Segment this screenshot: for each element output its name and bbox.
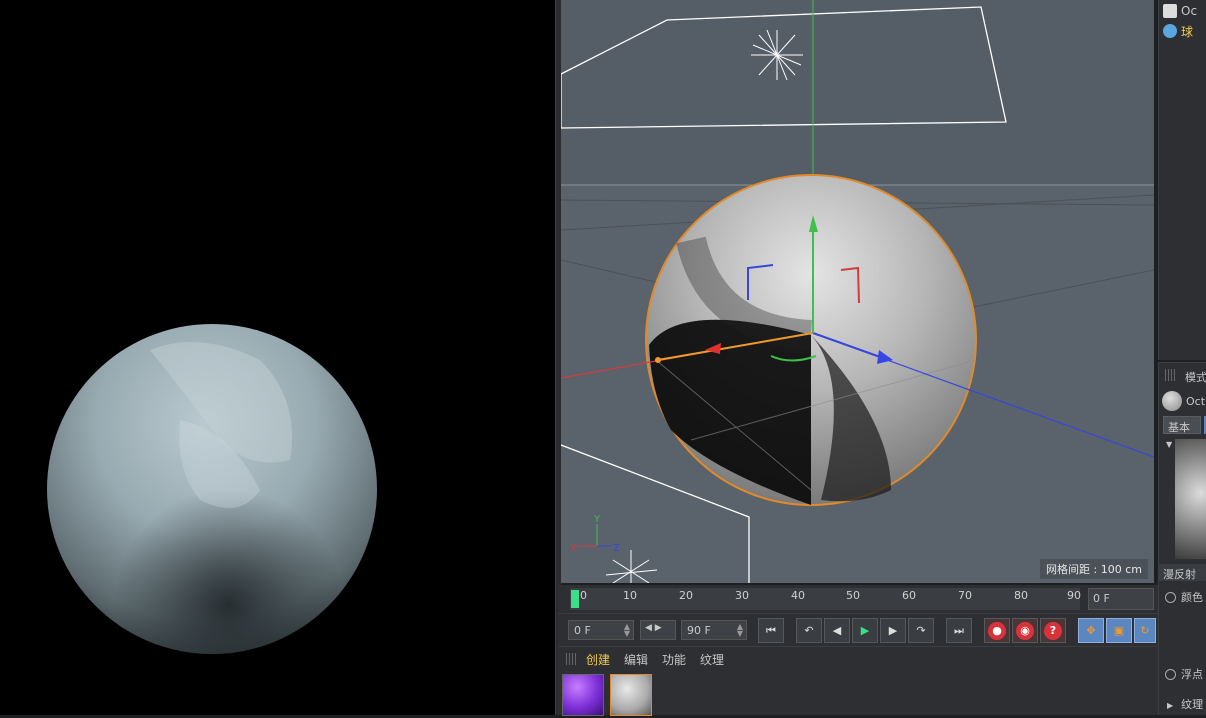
start-frame-value: 0 F [574, 624, 591, 637]
timeline-tick: 0 [580, 589, 587, 602]
previous-key-button[interactable]: ↶ [796, 618, 822, 643]
timeline-tick: 20 [679, 589, 693, 602]
material-manager: 创建 编辑 功能 纹理 [558, 646, 1158, 716]
prev-key-icon: ↶ [804, 624, 814, 637]
record-button[interactable]: ● [984, 618, 1010, 643]
material-name: Oct [1186, 395, 1206, 408]
timeline-tick: 60 [902, 589, 916, 602]
color-option[interactable]: 颜色 [1165, 589, 1203, 605]
end-frame-field[interactable]: 90 F ▲ ▼ [681, 620, 747, 640]
play-icon: ▶ [860, 624, 870, 637]
skip-back-icon: ⏮ [766, 623, 776, 637]
camera-icon [1163, 4, 1177, 18]
object-item-sphere[interactable]: 球 [1163, 21, 1206, 41]
float-label: 浮点 [1181, 668, 1203, 681]
object-label: Oc [1181, 4, 1198, 18]
range-slider-button[interactable]: ◀ ▶ [640, 620, 676, 640]
rendered-sphere-image [47, 324, 377, 654]
section-diffuse-label: 漫反射 [1163, 568, 1196, 581]
help-icon: ? [1044, 621, 1062, 640]
spinner-icon[interactable]: ▲ ▼ [624, 623, 630, 638]
keyframe-selection-button[interactable]: ? [1040, 618, 1066, 643]
timeline-tick: 90 [1067, 589, 1081, 602]
float-option[interactable]: 浮点 [1165, 666, 1203, 682]
rotate-key-button[interactable]: ↻ [1134, 618, 1156, 643]
object-item-octane-camera[interactable]: Oc [1163, 1, 1206, 21]
menu-create[interactable]: 创建 [586, 651, 610, 668]
timeline-tick: 50 [846, 589, 860, 602]
next-frame-button[interactable]: ▶ [880, 618, 906, 643]
step-back-icon: ◀ [832, 624, 842, 637]
timeline-tick: 80 [1014, 589, 1028, 602]
grip-handle-icon[interactable] [1165, 369, 1177, 381]
radio-icon [1165, 669, 1176, 680]
material-thumbnail-icon [1162, 391, 1182, 411]
autokey-button[interactable]: ◉ [1012, 618, 1038, 643]
material-menu-bar: 创建 编辑 功能 纹理 [558, 647, 1158, 671]
texture-label: 纹理 [1181, 698, 1204, 711]
render-view [0, 0, 555, 715]
scale-icon: ▣ [1113, 624, 1125, 637]
timeline[interactable]: 0 10 20 30 40 50 60 70 80 90 0 F [558, 585, 1158, 613]
viewport-scene: Y X Z [561, 0, 1154, 583]
radio-icon [1165, 592, 1176, 603]
step-forward-icon: ▶ [888, 624, 898, 637]
tab-basic[interactable]: 基本 [1163, 416, 1201, 434]
svg-text:X: X [570, 543, 577, 554]
material-swatch-purple[interactable] [562, 674, 604, 716]
timeline-tick: 70 [958, 589, 972, 602]
skip-forward-icon: ⏭ [954, 623, 964, 637]
timeline-tick: 10 [623, 589, 637, 602]
material-swatch-concrete[interactable] [610, 674, 652, 716]
go-to-start-button[interactable]: ⏮ [758, 618, 784, 643]
play-button[interactable]: ▶ [852, 618, 878, 643]
object-manager: Oc 球 [1158, 0, 1206, 360]
current-frame-field[interactable]: 0 F [1088, 588, 1154, 610]
timeline-tick: 40 [791, 589, 805, 602]
svg-text:Z: Z [613, 543, 620, 554]
start-frame-field[interactable]: 0 F ▲ ▼ [568, 620, 634, 640]
record-key-icon: ● [988, 621, 1006, 640]
tab-basic-label: 基本 [1168, 421, 1190, 434]
next-key-icon: ↷ [916, 624, 926, 637]
move-key-button[interactable]: ✥ [1078, 618, 1104, 643]
previous-frame-button[interactable]: ◀ [824, 618, 850, 643]
menu-function[interactable]: 功能 [662, 651, 686, 668]
grid-spacing-label: 网格间距 : 100 cm [1040, 559, 1148, 579]
grip-handle-icon[interactable] [566, 653, 578, 665]
current-frame-value: 0 F [1093, 592, 1110, 605]
go-to-end-button[interactable]: ⏭ [946, 618, 972, 643]
rotate-icon: ↻ [1140, 624, 1150, 637]
playback-controls: 0 F ▲ ▼ ◀ ▶ 90 F ▲ ▼ ⏮ ↶ ◀ ▶ ▶ ↷ ⏭ ● ◉ ? ✥… [558, 613, 1158, 646]
timeline-tick: 30 [735, 589, 749, 602]
color-label: 颜色 [1181, 591, 1203, 604]
attribute-manager: 模式 Oct 基本 ▼ 漫反射 颜色 浮点 ▶ 纹理 [1158, 362, 1206, 715]
timeline-playhead[interactable] [571, 590, 579, 608]
attr-mode-label[interactable]: 模式 [1185, 369, 1206, 385]
autokey-icon: ◉ [1016, 621, 1034, 640]
texture-option[interactable]: ▶ 纹理 [1167, 696, 1203, 712]
expand-arrow-icon: ▶ [1167, 701, 1174, 710]
3d-viewport[interactable]: Y X Z 网格间距 : 100 cm [561, 0, 1154, 583]
spinner-icon[interactable]: ▲ ▼ [737, 623, 743, 638]
object-label: 球 [1181, 24, 1194, 39]
collapse-arrow-icon[interactable]: ▼ [1166, 440, 1172, 449]
scale-key-button[interactable]: ▣ [1106, 618, 1132, 643]
menu-edit[interactable]: 编辑 [624, 651, 648, 668]
move-icon: ✥ [1086, 624, 1096, 637]
svg-text:Y: Y [593, 514, 601, 525]
next-key-button[interactable]: ↷ [908, 618, 934, 643]
light-icon [751, 29, 803, 81]
section-diffuse-header[interactable]: 漫反射 [1159, 564, 1206, 581]
menu-texture[interactable]: 纹理 [700, 651, 724, 668]
timeline-ruler[interactable]: 0 10 20 30 40 50 60 70 80 90 [570, 588, 1081, 610]
material-preview-image [1175, 439, 1206, 559]
end-frame-value: 90 F [687, 624, 711, 637]
sphere-icon [1163, 24, 1177, 38]
